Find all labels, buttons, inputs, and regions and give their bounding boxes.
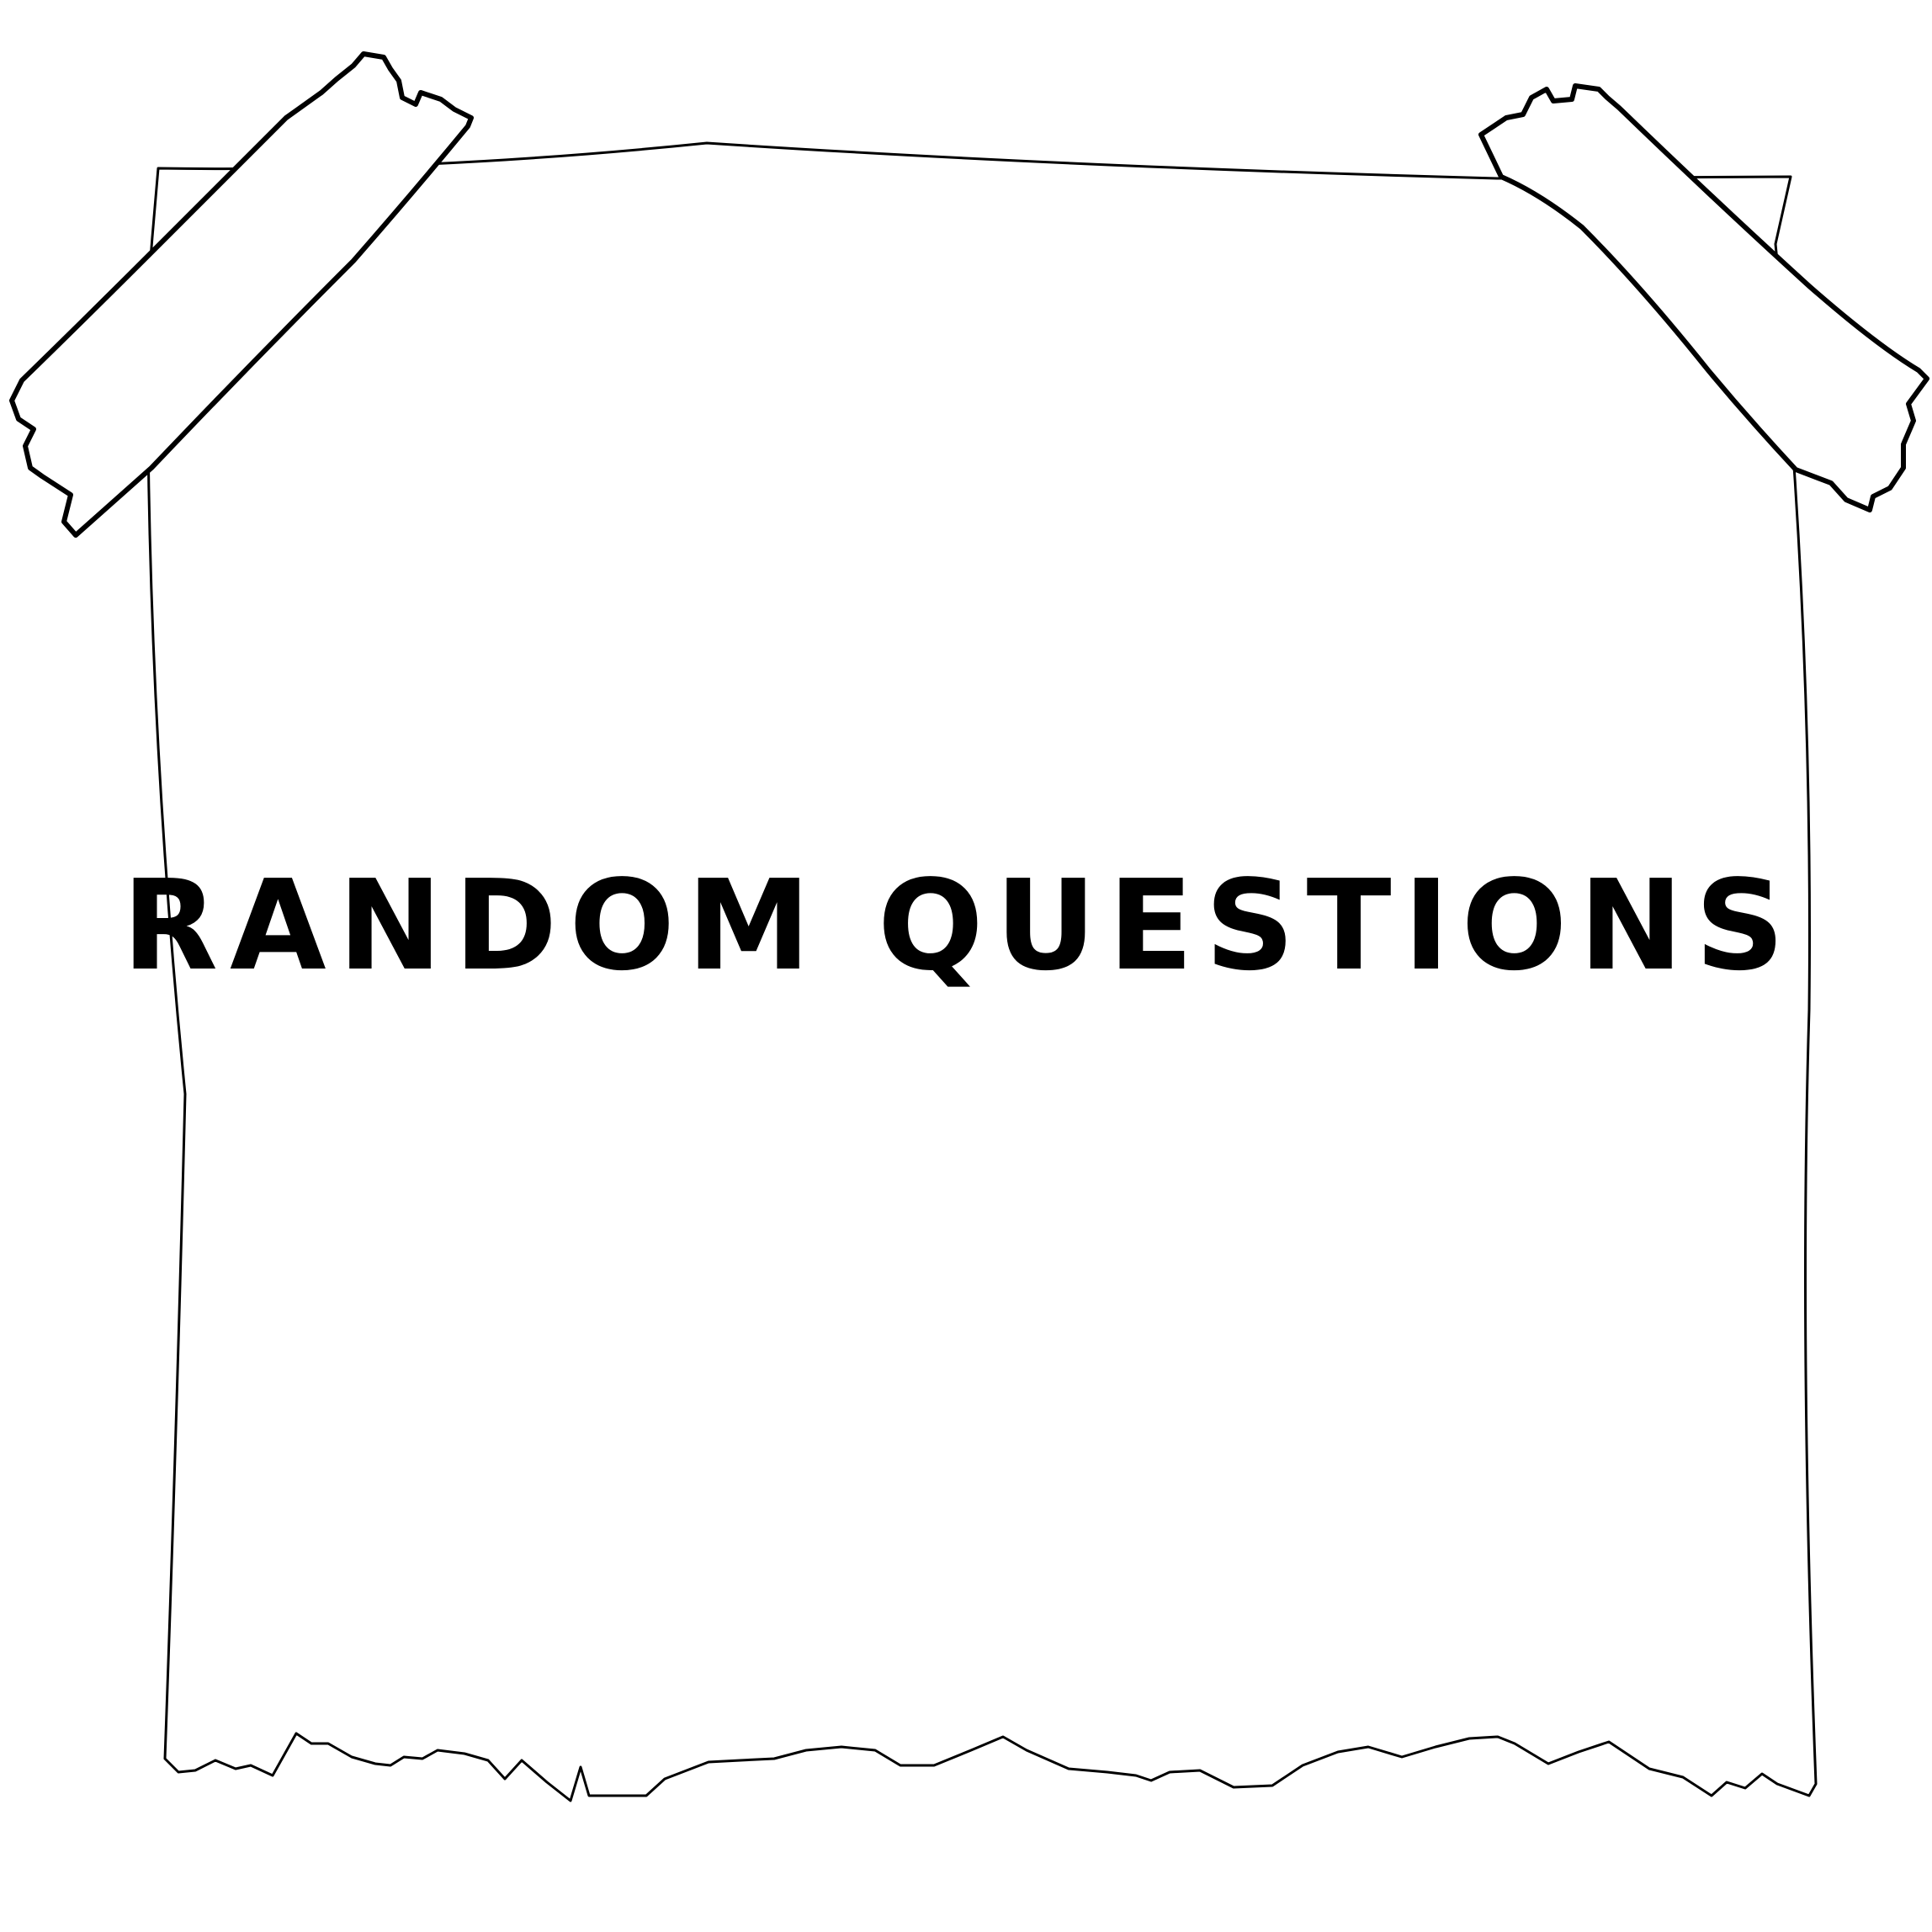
canvas: RANDOM QUESTIONS (0, 0, 1932, 1932)
note-title: RANDOM QUESTIONS (122, 853, 1797, 998)
